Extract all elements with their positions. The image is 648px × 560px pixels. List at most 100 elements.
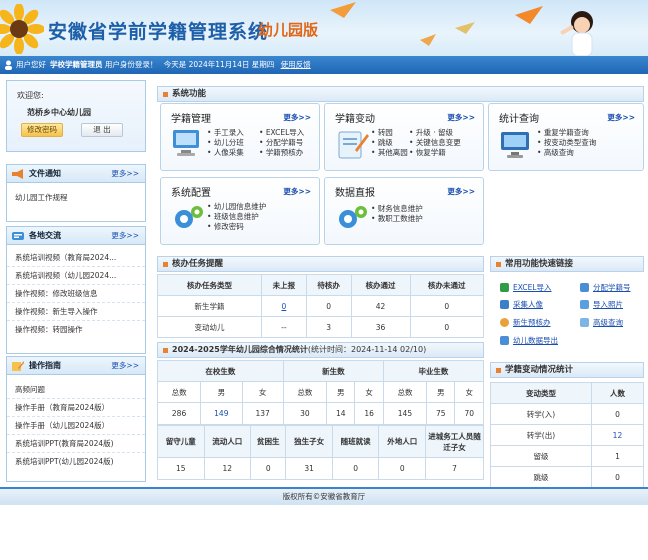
quick-link-precheck[interactable]: 新生预核办 — [500, 317, 551, 328]
guide-item[interactable]: 操作手册（幼儿园2024版） — [7, 417, 145, 435]
card-item[interactable]: 教职工数维护 — [371, 214, 423, 224]
table-cell: 286 — [156, 402, 202, 425]
quick-link-export[interactable]: 幼儿数据导出 — [500, 335, 558, 346]
exchange-item[interactable]: 操作视频：新生导入操作 — [7, 303, 145, 321]
card-item[interactable]: 幼儿分班 — [207, 138, 244, 148]
quick-link-label[interactable]: 幼儿数据导出 — [513, 335, 558, 346]
table-cell: 0 — [590, 466, 645, 488]
guide-item[interactable]: 高频问题 — [7, 381, 145, 399]
exchange-item[interactable]: 操作视频：修改班级信息 — [7, 285, 145, 303]
card-item[interactable]: 转园 — [371, 128, 408, 138]
table-cell: 3 — [305, 316, 352, 338]
exchange-item[interactable]: 操作视频：转园操作 — [7, 321, 145, 339]
quick-link-label[interactable]: 高级查询 — [593, 317, 623, 328]
table-cell[interactable]: 0 — [261, 295, 307, 317]
card-enrollment[interactable]: 学籍管理 更多>> 手工录入 幼儿分班 人像采集 EXCEL导入 分配学籍号 学… — [160, 103, 320, 171]
card-title: 学籍变动 — [335, 114, 375, 125]
quick-link-assign[interactable]: 分配学籍号 — [580, 282, 631, 293]
card-item[interactable]: 手工录入 — [207, 128, 244, 138]
quick-links: EXCEL导入 分配学籍号 采集人像 导入照片 新生预核办 高级查询 幼儿数据导… — [490, 274, 644, 354]
exchange-item[interactable]: 系统培训视频（教育局2024... — [7, 249, 145, 267]
card-item[interactable]: 分配学籍号 — [259, 138, 304, 148]
changes-header: 学籍变动情况统计 — [490, 362, 644, 378]
card-item[interactable]: 重复学籍查询 — [537, 128, 596, 138]
card-item[interactable]: 其他离园 — [371, 148, 408, 158]
card-items-col1: 财务信息维护 教职工数维护 — [371, 204, 423, 224]
quick-link-label[interactable]: 导入照片 — [593, 299, 623, 310]
table-cell: 16 — [354, 402, 384, 425]
card-item[interactable]: 关键信息变更 — [409, 138, 461, 148]
guide-header: 操作指南 更多>> — [7, 357, 145, 375]
card-title: 学籍管理 — [171, 114, 211, 125]
card-item[interactable]: 学籍预核办 — [259, 148, 304, 158]
card-item[interactable]: 修改密码 — [207, 222, 266, 232]
header-banner: 安徽省学前学籍管理系统 幼儿园版 — [0, 0, 648, 56]
column-header: 待核办 — [305, 274, 352, 296]
card-item[interactable]: 按变动类型查询 — [537, 138, 597, 148]
card-item[interactable]: 高级查询 — [537, 148, 596, 158]
exchange-title: 各地交流 — [29, 231, 61, 240]
card-status-change[interactable]: 学籍变动 更多>> 转园 跳级 其他离园 升级 · 留级 关键信息变更 恢复学籍 — [324, 103, 484, 171]
assign-icon — [580, 283, 589, 292]
quick-link-label[interactable]: 分配学籍号 — [593, 282, 631, 293]
unreported-link[interactable]: 0 — [281, 302, 286, 311]
card-more-link[interactable]: 更多>> — [447, 112, 475, 123]
exchange-more-link[interactable]: 更多>> — [111, 227, 139, 245]
table-row: 变动幼儿 -- 3 36 0 — [157, 316, 485, 338]
paper-plane-icon — [330, 2, 356, 18]
summary-time: (统计时间：2024-11-14 02/10) — [307, 345, 427, 354]
user-role: 学校学籍管理员 — [50, 60, 103, 69]
logout-button[interactable]: 退 出 — [81, 123, 123, 137]
guide-item[interactable]: 操作手册（教育局2024版） — [7, 399, 145, 417]
table-row: 新生学籍 0 0 42 0 — [157, 295, 485, 317]
card-more-link[interactable]: 更多>> — [283, 112, 311, 123]
gear-icon — [175, 206, 203, 228]
quick-link-excel[interactable]: EXCEL导入 — [500, 282, 552, 293]
feedback-link[interactable]: 使用反馈 — [281, 60, 311, 69]
column-header: 男 — [200, 381, 243, 403]
card-config[interactable]: 系统配置 更多>> 幼儿园信息维护 班级信息维护 修改密码 — [160, 177, 320, 245]
card-item[interactable]: 幼儿园信息维护 — [207, 202, 267, 212]
summary-table-2: 留守儿童 流动人口 贫困生 独生子女 随班就读 外地人口 进城务工人员随迁子女 … — [157, 425, 484, 480]
card-more-link[interactable]: 更多>> — [607, 112, 635, 123]
summary-table: 在校生数 新生数 毕业生数 总数 男 女 总数 男 女 总数 男 女 286 1… — [156, 360, 485, 425]
guide-item[interactable]: 系统培训PPT(教育局2024版) — [7, 435, 145, 453]
changes-title: 学籍变动情况统计 — [505, 365, 574, 375]
card-data-report[interactable]: 数据直报 更多>> 财务信息维护 教职工数维护 — [324, 177, 484, 245]
notice-item[interactable]: 幼儿园工作规程 — [7, 189, 145, 207]
table-cell: 42 — [350, 295, 411, 317]
quick-link-capture[interactable]: 采集人像 — [500, 299, 543, 310]
guide-more-link[interactable]: 更多>> — [111, 357, 139, 375]
table-cell: 转学(出) — [490, 424, 592, 446]
card-item[interactable]: 财务信息维护 — [371, 204, 423, 214]
table-cell: 转学(入) — [490, 403, 592, 425]
guide-item[interactable]: 系统培训PPT(幼儿园2024版) — [7, 453, 145, 471]
quick-link-search[interactable]: 高级查询 — [580, 317, 623, 328]
card-item[interactable]: 班级信息维护 — [207, 212, 266, 222]
quick-link-label[interactable]: EXCEL导入 — [513, 282, 552, 293]
column-header: 核办通过 — [350, 274, 411, 296]
child-illustration — [560, 11, 593, 56]
exchange-item[interactable]: 系统培训视频（幼儿园2024... — [7, 267, 145, 285]
quick-title: 常用功能快速链接 — [505, 259, 574, 269]
card-statistics[interactable]: 统计查询 更多>> 重复学籍查询 按变动类型查询 高级查询 — [488, 103, 644, 171]
quick-link-label[interactable]: 采集人像 — [513, 299, 543, 310]
card-more-link[interactable]: 更多>> — [447, 186, 475, 197]
quick-link-label[interactable]: 新生预核办 — [513, 317, 551, 328]
table-row: 转学(出) 12 — [490, 424, 645, 446]
notice-more-link[interactable]: 更多>> — [111, 165, 139, 183]
card-title: 统计查询 — [499, 114, 539, 125]
table-cell: 12 — [203, 457, 252, 480]
card-item[interactable]: 恢复学籍 — [409, 148, 461, 158]
card-more-link[interactable]: 更多>> — [283, 186, 311, 197]
card-item[interactable]: 跳级 — [371, 138, 408, 148]
change-password-button[interactable]: 修改密码 — [21, 123, 63, 137]
card-item[interactable]: 升级 · 留级 — [409, 128, 461, 138]
card-item[interactable]: EXCEL导入 — [259, 128, 305, 138]
tasks-title: 核办任务提醒 — [172, 259, 224, 269]
table-row: 跳级 0 — [490, 466, 645, 488]
quick-link-photo[interactable]: 导入照片 — [580, 299, 623, 310]
column-header: 总数 — [282, 381, 328, 403]
card-item[interactable]: 人像采集 — [207, 148, 244, 158]
table-cell: 0 — [590, 403, 645, 425]
